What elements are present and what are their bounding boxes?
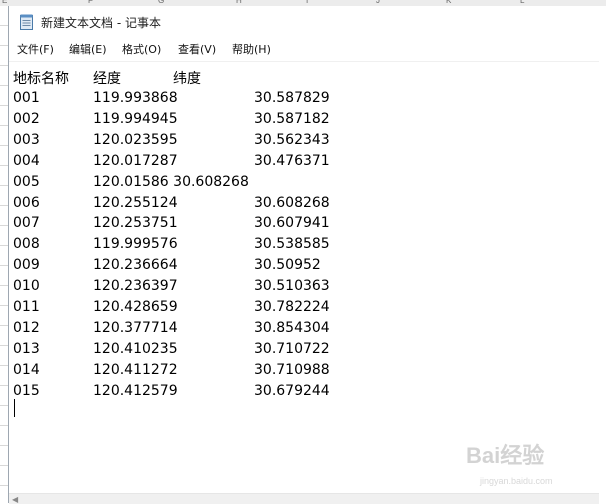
latitude-value: 30.476371 — [254, 152, 330, 169]
column-label: L — [520, 0, 525, 5]
longitude-value: 120.236664 — [93, 257, 178, 274]
baidu-watermark: Bai经验 jingyan.baidu.com — [462, 436, 602, 494]
horizontal-scrollbar[interactable]: ◀ — [9, 493, 599, 504]
landmark-id: 001 — [13, 90, 40, 106]
longitude-value: 120.253751 — [93, 215, 178, 232]
window-title: 新建文本文档 - 记事本 — [41, 16, 161, 30]
column-label: I — [306, 0, 309, 5]
text-caret — [14, 399, 15, 417]
text-line: 014 120.411272 30.710988 — [13, 362, 573, 380]
landmark-id: 014 — [13, 361, 40, 378]
longitude-value: 120.236397 — [93, 278, 178, 295]
latitude-value: 30.50952 — [254, 257, 321, 274]
longitude-value: 120.377714 — [93, 319, 178, 336]
latitude-value: 30.782224 — [254, 299, 330, 315]
latitude-value: 30.710722 — [254, 340, 330, 357]
text-line: 008 119.999576 30.538585 — [13, 236, 573, 254]
latitude-value: 30.587829 — [254, 90, 330, 106]
latitude-value: 30.854304 — [254, 319, 330, 336]
watermark-brand: Bai经验 — [466, 443, 545, 468]
watermark-url: jingyan.baidu.com — [480, 476, 553, 486]
text-line: 005 120.01586 30.608268 — [13, 174, 573, 192]
landmark-id: 013 — [13, 340, 40, 357]
text-line: 006 120.255124 30.608268 — [13, 195, 573, 213]
text-editor-area[interactable]: 地标名称 经度 纬度 001 119.993868 30.587829 002 119.… — [9, 61, 599, 494]
landmark-id: 005 — [13, 173, 40, 190]
menu-bar: 文件(F) 编辑(E) 格式(O) 查看(V) 帮助(H) — [9, 39, 599, 59]
latitude-value: 30.510363 — [254, 278, 330, 295]
column-label: E — [2, 0, 8, 5]
menu-help[interactable]: 帮助(H) — [232, 41, 271, 57]
longitude-value: 120.412579 — [93, 382, 178, 399]
landmark-id: 003 — [13, 131, 40, 148]
text-line: 013 120.410235 30.710722 — [13, 341, 573, 359]
landmark-id: 002 — [13, 110, 40, 127]
text-line: 011 120.428659 30.782224 — [13, 299, 573, 317]
landmark-id: 012 — [13, 319, 40, 336]
column-label: J — [376, 0, 380, 5]
menu-format[interactable]: 格式(O) — [122, 41, 161, 57]
column-label: G — [158, 0, 165, 5]
longitude-value: 120.017287 — [93, 152, 178, 169]
landmark-id: 004 — [13, 152, 40, 169]
landmark-id: 007 — [13, 215, 40, 232]
notepad-window: 新建文本文档 - 记事本 文件(F) 编辑(E) 格式(O) 查看(V) 帮助(… — [8, 6, 599, 504]
text-line: 012 120.377714 30.854304 — [13, 320, 573, 338]
latitude-value: 30.562343 — [254, 131, 330, 148]
landmark-id: 015 — [13, 382, 40, 399]
latitude-value: 30.608268 — [254, 194, 330, 211]
landmark-id: 008 — [13, 236, 40, 253]
landmark-id: 009 — [13, 257, 40, 274]
landmark-id: 006 — [13, 194, 40, 211]
text-line: 003 120.023595 30.562343 — [13, 132, 573, 150]
latitude-value: 30.587182 — [254, 110, 330, 127]
column-label: K — [446, 0, 452, 5]
spreadsheet-grid-right — [598, 6, 606, 503]
title-bar[interactable]: 新建文本文档 - 记事本 — [9, 6, 599, 36]
longitude-value: 120.255124 — [93, 194, 178, 211]
header-longitude: 经度 — [93, 71, 121, 87]
text-line: 009 120.236664 30.50952 — [13, 257, 573, 275]
longitude-value: 119.994945 — [93, 110, 178, 127]
longitude-value: 120.023595 — [93, 131, 178, 148]
text-line: 007 120.253751 30.607941 — [13, 215, 573, 233]
latitude-value: 30.607941 — [254, 215, 330, 232]
longitude-value: 120.428659 — [93, 299, 178, 315]
text-line: 004 120.017287 30.476371 — [13, 153, 573, 171]
menu-file[interactable]: 文件(F) — [17, 41, 54, 57]
landmark-id: 010 — [13, 278, 40, 295]
menu-edit[interactable]: 编辑(E) — [69, 41, 107, 57]
header-latitude: 纬度 — [173, 71, 201, 87]
latitude-value: 30.710988 — [254, 361, 330, 378]
landmark-id: 011 — [13, 299, 40, 315]
column-label: F — [88, 0, 93, 5]
latitude-value: 30.538585 — [254, 236, 330, 253]
column-label: H — [236, 0, 242, 5]
latitude-value: 30.679244 — [254, 382, 330, 399]
text-line: 001 119.993868 30.587829 — [13, 90, 573, 108]
longitude-value: 119.993868 — [93, 90, 178, 106]
longitude-value: 120.01586 30.608268 — [93, 173, 249, 190]
longitude-value: 120.411272 — [93, 361, 178, 378]
header-landmark-name: 地标名称 — [13, 71, 69, 87]
menu-view[interactable]: 查看(V) — [178, 41, 216, 57]
longitude-value: 119.999576 — [93, 236, 178, 253]
text-line: 010 120.236397 30.510363 — [13, 278, 573, 296]
text-line: 015 120.412579 30.679244 — [13, 383, 573, 401]
longitude-value: 120.410235 — [93, 340, 178, 357]
text-line: 002 119.994945 30.587182 — [13, 111, 573, 129]
notepad-icon — [20, 14, 33, 30]
